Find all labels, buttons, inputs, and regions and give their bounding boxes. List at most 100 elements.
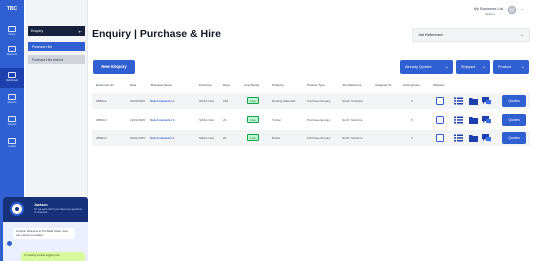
cell-postcode: SW1A 1AA bbox=[199, 136, 214, 140]
new-enquiry-button[interactable]: New Enquiry bbox=[93, 60, 135, 74]
list-icon[interactable] bbox=[454, 97, 463, 105]
cell-product-type: Purchase Enquiry bbox=[307, 136, 331, 140]
quotes-button[interactable]: Quotes bbox=[502, 95, 526, 107]
status-badge: Live bbox=[247, 116, 259, 123]
cell-date: 20/01/2025 bbox=[130, 136, 146, 140]
business-link[interactable]: Sub-Contractor 1 bbox=[150, 118, 175, 122]
collapse-arrow-icon[interactable]: ⇤ bbox=[79, 29, 82, 34]
product-filter[interactable]: Product ⌄ bbox=[493, 60, 529, 74]
col-total-quotes[interactable]: Total Quotes bbox=[403, 83, 420, 87]
chevron-down-icon[interactable]: ⌄ bbox=[521, 6, 524, 11]
chat-icon[interactable] bbox=[482, 97, 491, 105]
col-postcode[interactable]: Postcode bbox=[199, 83, 212, 87]
chart-icon bbox=[8, 94, 16, 100]
cell-postcode: SW1A 1AA bbox=[199, 118, 214, 122]
table-row[interactable]: ZB6012 20/01/2025 Sub-Contractor 1 SW1A … bbox=[92, 93, 530, 109]
rail-item-reports[interactable]: Reports bbox=[0, 94, 24, 112]
chat-icon[interactable] bbox=[482, 116, 491, 124]
business-link[interactable]: Sub-Contractor 1 bbox=[150, 136, 175, 140]
status-badge: Live bbox=[247, 134, 259, 141]
cell-date: 21/01/2025 bbox=[130, 118, 146, 122]
col-shipped[interactable]: Shipped bbox=[433, 83, 444, 87]
col-reference-id[interactable]: Reference ID bbox=[96, 83, 114, 87]
col-job-reference[interactable]: Job Reference bbox=[342, 83, 362, 87]
col-date[interactable]: Date bbox=[130, 83, 136, 87]
chat-suggested-reply[interactable]: I'm having trouble logging into bbox=[21, 252, 85, 261]
quotes-button[interactable]: Quotes bbox=[502, 132, 526, 144]
folder-icon[interactable] bbox=[469, 97, 478, 105]
quotes-button[interactable]: Quotes bbox=[502, 114, 526, 126]
rail-item-label: Logout bbox=[8, 145, 16, 148]
cell-total-quotes: 3 bbox=[411, 136, 413, 140]
user-business-name: My Business Ltd bbox=[473, 6, 503, 11]
cell-total-quotes: 3 bbox=[411, 99, 413, 103]
cell-job-reference: North Yorkshire bbox=[342, 136, 363, 140]
col-assigned-to[interactable]: Assigned To bbox=[375, 83, 391, 87]
rail-item-home[interactable]: Home bbox=[0, 26, 24, 44]
chevron-down-icon: ⌄ bbox=[519, 32, 524, 38]
cell-days: 193 bbox=[223, 99, 229, 103]
col-products[interactable]: Products bbox=[272, 83, 284, 87]
rail-item-label: Dashboard bbox=[5, 79, 19, 82]
col-live-tender[interactable]: Live/Tender bbox=[244, 83, 260, 87]
already-quoted-filter[interactable]: Already Quoted ⌄ bbox=[400, 60, 453, 74]
chat-widget[interactable]: Jackson Hi, we were told if you have any… bbox=[3, 197, 88, 261]
table-row[interactable]: ZB6013 21/01/2025 Sub-Contractor 1 SW1A … bbox=[92, 112, 530, 128]
rail-item-requests[interactable]: Requests bbox=[0, 46, 24, 64]
inbox-icon bbox=[8, 46, 16, 52]
job-reference-label: Job Reference bbox=[418, 33, 443, 37]
cell-products: Timber bbox=[272, 118, 282, 122]
subnav-item-purchase-hire[interactable]: Purchase Hire bbox=[28, 42, 85, 51]
brand-logo[interactable]: TBC bbox=[0, 6, 24, 12]
col-business-name[interactable]: Business Name bbox=[151, 83, 172, 87]
list-icon[interactable] bbox=[454, 116, 463, 124]
shipped-filter[interactable]: Shipped ⌄ bbox=[456, 60, 490, 74]
top-bar: My Business Ltd address ⌄ bbox=[88, 0, 533, 22]
table-row[interactable]: ZB6012 20/01/2025 Sub-Contractor 1 SW1A … bbox=[92, 130, 530, 146]
rail-item-label: Requests bbox=[6, 53, 18, 56]
home-icon bbox=[8, 26, 16, 32]
avatar[interactable] bbox=[508, 6, 516, 14]
subnav-heading-label: Enquiry bbox=[31, 29, 44, 33]
logout-icon bbox=[8, 138, 16, 144]
cell-job-reference: North Yorkshire bbox=[342, 118, 363, 122]
chat-icon[interactable] bbox=[482, 134, 491, 142]
rail-item-support[interactable]: Support bbox=[0, 116, 24, 134]
rail-item-dashboard[interactable]: Dashboard bbox=[0, 68, 24, 88]
col-days[interactable]: Days bbox=[223, 83, 230, 87]
shipped-checkbox[interactable] bbox=[436, 134, 444, 142]
folder-icon[interactable] bbox=[469, 134, 478, 142]
cell-postcode: SW1A 1AA bbox=[199, 99, 214, 103]
filter-label: Already Quoted bbox=[405, 65, 432, 69]
agent-avatar bbox=[10, 202, 24, 216]
rail-item-label: Home bbox=[8, 33, 16, 36]
grid-icon bbox=[8, 72, 16, 78]
cell-ref: ZB6013 bbox=[96, 118, 107, 122]
rail-item-logout[interactable]: Logout bbox=[0, 138, 24, 156]
col-product-type[interactable]: Product Type bbox=[307, 83, 325, 87]
shipped-checkbox[interactable] bbox=[436, 97, 444, 105]
cell-ref: ZB6012 bbox=[96, 99, 107, 103]
user-business-sub: address bbox=[485, 12, 495, 16]
filter-label: Product bbox=[498, 65, 512, 69]
job-reference-select[interactable]: Job Reference ⌄ bbox=[412, 28, 530, 42]
shipped-checkbox[interactable] bbox=[436, 116, 444, 124]
folder-icon[interactable] bbox=[469, 116, 478, 124]
cell-products: Bricks bbox=[272, 136, 281, 140]
rail-item-label: Support bbox=[7, 123, 17, 126]
cell-date: 20/01/2025 bbox=[130, 99, 146, 103]
subnav-item-purchase-hire-archive[interactable]: Purchase Hire archive bbox=[28, 55, 85, 64]
chat-header[interactable]: Jackson Hi, we were told if you have any… bbox=[3, 197, 88, 222]
filter-label: Shipped bbox=[461, 65, 475, 69]
chevron-down-icon: ⌄ bbox=[520, 64, 525, 70]
business-link[interactable]: Sub-Contractor 1 bbox=[150, 99, 175, 103]
page-title: Enquiry | Purchase & Hire bbox=[92, 28, 221, 40]
list-icon[interactable] bbox=[454, 134, 463, 142]
support-icon bbox=[8, 116, 16, 122]
cell-product-type: Purchase Enquiry bbox=[307, 99, 331, 103]
chat-message-bubble: Hi there! Welcome to The Build Chain. Ho… bbox=[13, 228, 75, 240]
rail-item-label: Reports bbox=[7, 101, 17, 104]
cell-products: Roofing Materials bbox=[272, 99, 296, 103]
cell-days: 20 bbox=[223, 136, 227, 140]
subnav-heading: Enquiry ⇤ bbox=[28, 26, 85, 36]
